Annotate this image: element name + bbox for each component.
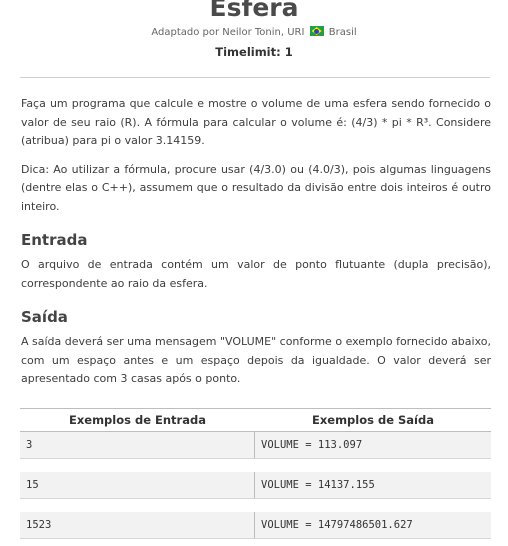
description-paragraph: Faça um programa que calcule e mostre o … (21, 97, 491, 147)
example-row: 1523 VOLUME = 14797486501.627 (20, 512, 491, 539)
brazil-flag-icon (309, 26, 324, 36)
example-input-cell: 15 (20, 472, 255, 499)
examples-input-header: Exemplos de Entrada (20, 409, 255, 432)
output-heading: Saída (21, 308, 68, 326)
timelimit: Timelimit: 1 (215, 45, 293, 59)
credit-text: Adaptado por Neilor Tonin, URI (151, 27, 305, 38)
examples-output-header: Exemplos de Saída (255, 409, 491, 432)
example-input-cell: 3 (20, 432, 255, 459)
author-credit: Adaptado por Neilor Tonin, URI Brasil (0, 26, 508, 40)
example-output-cell: VOLUME = 14797486501.627 (255, 512, 491, 539)
credit-country: Brasil (328, 27, 357, 38)
problem-statement: Faça um programa que calcule e mostre o … (21, 95, 491, 399)
tip-paragraph: Dica: Ao utilizar a fórmula, procure usa… (21, 162, 491, 213)
input-description: O arquivo de entrada contém um valor de … (21, 258, 491, 290)
divider (20, 77, 490, 78)
input-heading: Entrada (21, 231, 88, 249)
example-input-cell: 1523 (20, 512, 255, 539)
row-spacer (20, 459, 491, 472)
output-description: A saída deverá ser uma mensagem "VOLUME"… (21, 335, 491, 385)
example-row: 15 VOLUME = 14137.155 (20, 472, 491, 499)
example-output-cell: VOLUME = 113.097 (255, 432, 491, 459)
example-row: 3 VOLUME = 113.097 (20, 432, 491, 459)
example-output-cell: VOLUME = 14137.155 (255, 472, 491, 499)
row-spacer (20, 499, 491, 512)
problem-title: Esfera (209, 0, 299, 22)
examples-table: Exemplos de Entrada Exemplos de Saída 3 … (20, 408, 491, 539)
